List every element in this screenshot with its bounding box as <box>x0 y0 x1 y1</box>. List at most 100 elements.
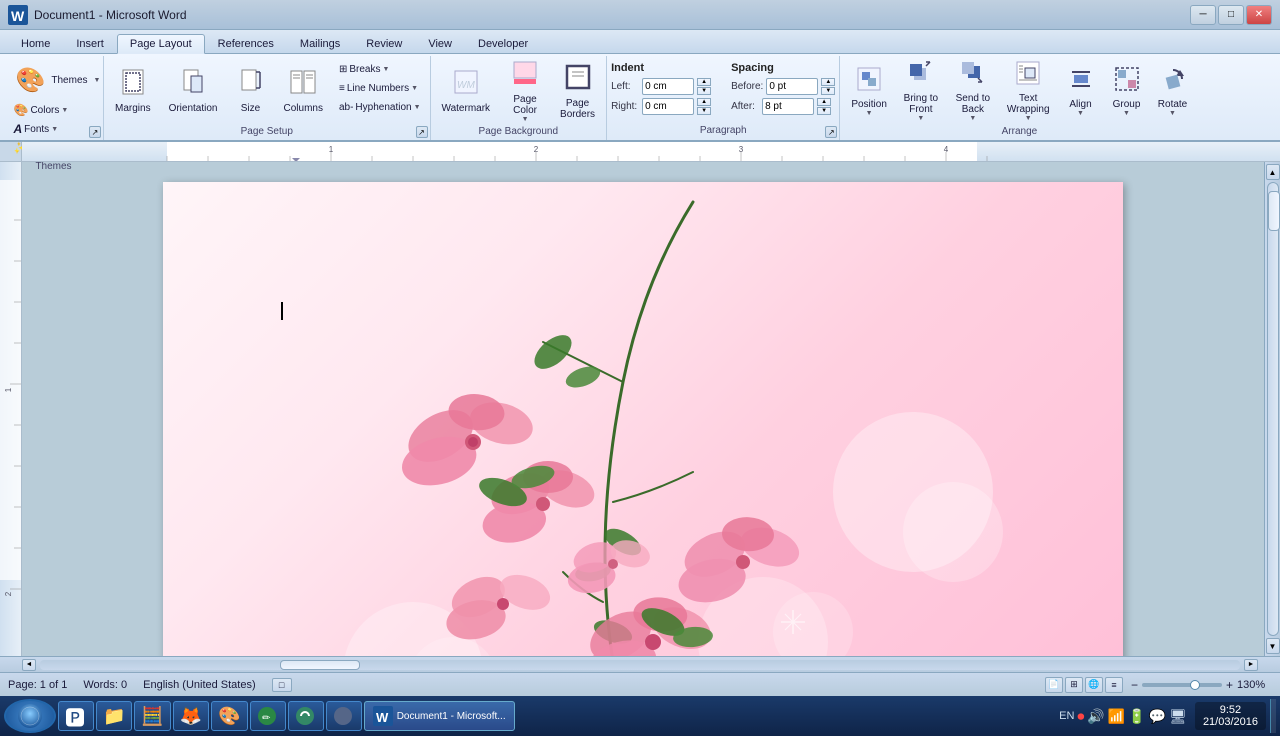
tray-icon4: 💬 <box>1149 708 1166 725</box>
fonts-button[interactable]: A Fonts ▼ <box>9 120 99 138</box>
scroll-down-button[interactable]: ▼ <box>1266 638 1280 654</box>
indent-left-down[interactable]: ▼ <box>697 87 711 95</box>
paragraph-expand[interactable]: ↗ <box>825 126 837 138</box>
tab-page-layout[interactable]: Page Layout <box>117 34 205 54</box>
spacing-group: Spacing Before: 0 pt ▲ ▼ After: 8 pt ▲ <box>731 62 835 116</box>
taskbar-photoshop[interactable]: 🅿 <box>58 701 94 731</box>
margins-button[interactable]: Margins <box>108 60 158 122</box>
taskbar-paint[interactable]: 🎨 <box>211 701 247 731</box>
taskbar: 🅿 📁 🧮 🦊 🎨 ✏ W Document1 - Microsoft... E… <box>0 696 1280 736</box>
system-clock[interactable]: 9:52 21/03/2016 <box>1195 702 1266 730</box>
document-area[interactable] <box>22 162 1264 656</box>
size-button[interactable]: Size <box>229 60 273 122</box>
title-bar: W Document1 - Microsoft Word ─ □ ✕ <box>0 0 1280 30</box>
position-button[interactable]: Position ▼ <box>844 60 894 122</box>
breaks-button[interactable]: ⊞ Breaks ▼ <box>334 60 426 78</box>
indent-right-input[interactable]: 0 cm <box>642 98 694 115</box>
window-controls: ─ □ ✕ <box>1190 5 1272 25</box>
document-layout-button[interactable]: □ <box>272 678 292 692</box>
taskbar-corel[interactable]: ✏ <box>250 701 286 731</box>
firefox-icon: 🦊 <box>180 706 202 727</box>
vertical-scrollbar[interactable]: ▲ ▼ <box>1264 162 1280 656</box>
start-button[interactable] <box>4 699 56 733</box>
maximize-button[interactable]: □ <box>1218 5 1244 25</box>
scroll-track[interactable] <box>1267 182 1279 636</box>
hyphenation-dropdown-arrow: ▼ <box>414 104 421 111</box>
taskbar-word[interactable]: W Document1 - Microsoft... <box>364 701 515 731</box>
spacing-after-input[interactable]: 8 pt <box>762 98 814 115</box>
page-setup-group-label: Page Setup <box>108 124 426 139</box>
indent-left-input[interactable]: 0 cm <box>642 78 694 95</box>
close-button[interactable]: ✕ <box>1246 5 1272 25</box>
horizontal-scrollbar[interactable]: ◄ ► <box>0 656 1280 672</box>
tab-insert[interactable]: Insert <box>63 34 117 53</box>
taskbar-app7[interactable] <box>326 701 362 731</box>
tray-icon5: 🖥 <box>1169 708 1187 725</box>
columns-button[interactable]: Columns <box>277 60 330 122</box>
hscroll-track[interactable] <box>40 660 1240 670</box>
zoom-in-icon[interactable]: + <box>1226 678 1233 692</box>
spacing-after-up[interactable]: ▲ <box>817 98 831 106</box>
ribbon-group-arrange: Position ▼ Bring to Front ▼ <box>840 56 1198 140</box>
colors-button[interactable]: 🎨 Colors ▼ <box>9 101 99 119</box>
hscroll-right-button[interactable]: ► <box>1244 659 1258 671</box>
spacing-before-down[interactable]: ▼ <box>821 87 835 95</box>
web-layout-button[interactable]: 🌐 <box>1085 677 1103 693</box>
align-button[interactable]: Align ▼ <box>1059 60 1103 122</box>
columns-icon <box>289 68 317 101</box>
group-button[interactable]: Group ▼ <box>1105 60 1149 122</box>
taskbar-app6[interactable] <box>288 701 324 731</box>
tab-review[interactable]: Review <box>353 34 415 53</box>
orientation-button[interactable]: Orientation <box>162 60 225 122</box>
page-color-button[interactable]: Page Color ▼ <box>501 60 549 122</box>
ribbon-group-page-setup: Margins Orientation <box>104 56 431 140</box>
themes-expand[interactable]: ↗ <box>89 126 101 138</box>
spacing-before-label: Before: <box>731 81 763 92</box>
zoom-control[interactable]: − + 130% <box>1131 678 1272 692</box>
indent-right-down[interactable]: ▼ <box>697 107 711 115</box>
indent-right-up[interactable]: ▲ <box>697 98 711 106</box>
show-desktop-button[interactable] <box>1270 699 1276 733</box>
zoom-out-icon[interactable]: − <box>1131 678 1138 692</box>
scroll-thumb[interactable] <box>1268 191 1280 231</box>
hscroll-left-button[interactable]: ◄ <box>22 659 36 671</box>
zoom-thumb[interactable] <box>1190 680 1200 690</box>
text-wrapping-button[interactable]: Text Wrapping ▼ <box>1000 60 1057 122</box>
page-color-dropdown: ▼ <box>522 116 529 123</box>
page-setup-expand[interactable]: ↗ <box>416 126 428 138</box>
tab-developer[interactable]: Developer <box>465 34 541 53</box>
svg-text:WM: WM <box>457 80 475 91</box>
tray-icon3: 🔋 <box>1128 708 1145 725</box>
view-buttons: 📄 ⊞ 🌐 ≡ <box>1045 677 1123 693</box>
full-screen-button[interactable]: ⊞ <box>1065 677 1083 693</box>
taskbar-file-explorer[interactable]: 📁 <box>96 701 132 731</box>
page-color-icon <box>511 59 539 92</box>
spacing-after-down[interactable]: ▼ <box>817 107 831 115</box>
tab-references[interactable]: References <box>205 34 287 53</box>
scroll-up-button[interactable]: ▲ <box>1266 164 1280 180</box>
tab-home[interactable]: Home <box>8 34 63 53</box>
outline-button[interactable]: ≡ <box>1105 677 1123 693</box>
line-numbers-button[interactable]: ≡ Line Numbers ▼ <box>334 79 426 97</box>
line-numbers-icon: ≡ <box>339 83 345 94</box>
send-to-back-button[interactable]: Send to Back ▼ <box>948 60 998 122</box>
taskbar-firefox[interactable]: 🦊 <box>173 701 209 731</box>
minimize-button[interactable]: ─ <box>1190 5 1216 25</box>
spacing-before-up[interactable]: ▲ <box>821 78 835 86</box>
word-count: Words: 0 <box>83 679 127 691</box>
hyphenation-button[interactable]: ab- Hyphenation ▼ <box>334 98 426 116</box>
taskbar-calculator[interactable]: 🧮 <box>134 701 170 731</box>
spacing-before-input[interactable]: 0 pt <box>766 78 818 95</box>
themes-button[interactable]: 🎨 Themes ▼ <box>9 60 99 100</box>
tab-view[interactable]: View <box>415 34 465 53</box>
rotate-button[interactable]: Rotate ▼ <box>1151 60 1195 122</box>
tab-mailings[interactable]: Mailings <box>287 34 353 53</box>
bring-to-front-button[interactable]: Bring to Front ▼ <box>896 60 946 122</box>
zoom-slider[interactable] <box>1142 683 1222 687</box>
paragraph-group-label: Paragraph <box>611 123 835 138</box>
page-borders-button[interactable]: Page Borders <box>553 60 602 122</box>
indent-left-up[interactable]: ▲ <box>697 78 711 86</box>
hscroll-thumb[interactable] <box>280 660 360 670</box>
print-layout-button[interactable]: 📄 <box>1045 677 1063 693</box>
watermark-button[interactable]: WM Watermark <box>435 60 498 122</box>
